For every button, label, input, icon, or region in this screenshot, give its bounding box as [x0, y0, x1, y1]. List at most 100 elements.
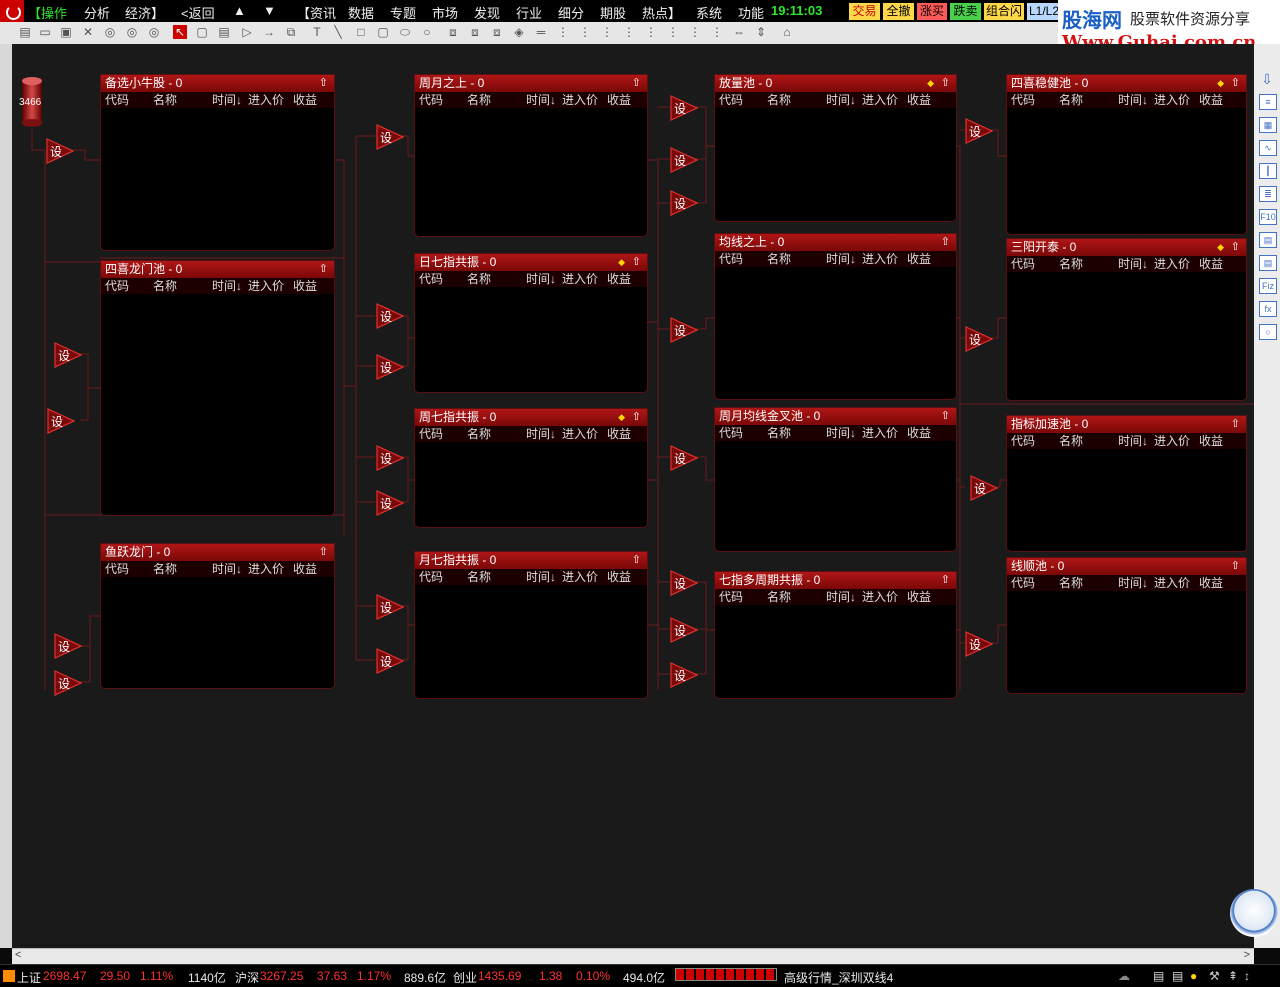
column-header[interactable]: 名称: [767, 589, 791, 605]
column-header[interactable]: 名称: [1059, 433, 1083, 449]
column-header[interactable]: 代码: [105, 561, 129, 577]
pool-header[interactable]: 日七指共振 - 0 ◆ ⇧: [415, 254, 647, 271]
trigger-node-icon[interactable]: 设: [376, 594, 404, 620]
export-up-icon[interactable]: ⇧: [1231, 416, 1240, 433]
column-header[interactable]: 代码: [105, 92, 129, 108]
sh-name[interactable]: 上证: [17, 969, 41, 986]
trigger-node-icon[interactable]: 设: [46, 138, 74, 164]
trigger-node-icon[interactable]: 设: [970, 475, 998, 501]
export-up-icon[interactable]: ⇧: [941, 75, 950, 92]
trigger-node-icon[interactable]: 设: [376, 303, 404, 329]
column-header[interactable]: 代码: [419, 426, 443, 442]
stock-pool[interactable]: 七指多周期共振 - 0 ⇧ 代码 名称 时间↓ 进入价 收益: [714, 571, 957, 699]
column-header[interactable]: 代码: [719, 251, 743, 267]
column-header[interactable]: 进入价: [1154, 433, 1190, 449]
column-header[interactable]: 时间↓: [1118, 433, 1148, 449]
trigger-node-icon[interactable]: 设: [670, 617, 698, 643]
export-up-icon[interactable]: ⇧: [941, 234, 950, 251]
notes-icon[interactable]: ▤: [1153, 969, 1164, 983]
column-header[interactable]: 代码: [1011, 92, 1035, 108]
pool-header[interactable]: 均线之上 - 0 ⇧: [715, 234, 956, 251]
column-header[interactable]: 收益: [293, 92, 317, 108]
trigger-node-icon[interactable]: 设: [670, 662, 698, 688]
column-header[interactable]: 名称: [1059, 256, 1083, 272]
column-header[interactable]: 进入价: [1154, 256, 1190, 272]
column-header[interactable]: 进入价: [248, 561, 284, 577]
column-header[interactable]: 名称: [767, 251, 791, 267]
column-header[interactable]: 名称: [153, 561, 177, 577]
pool-header[interactable]: 周月均线金叉池 - 0 ⇧: [715, 408, 956, 425]
trigger-node-icon[interactable]: 设: [376, 124, 404, 150]
column-header[interactable]: 名称: [1059, 575, 1083, 591]
column-header[interactable]: 时间↓: [526, 426, 556, 442]
column-header[interactable]: 代码: [719, 589, 743, 605]
column-header[interactable]: 收益: [1199, 256, 1223, 272]
pool-header[interactable]: 指标加速池 - 0 ⇧: [1007, 416, 1246, 433]
column-header[interactable]: 代码: [719, 425, 743, 441]
column-header[interactable]: 收益: [293, 561, 317, 577]
column-header[interactable]: 代码: [719, 92, 743, 108]
column-header[interactable]: 收益: [907, 589, 931, 605]
trigger-node-icon[interactable]: 设: [965, 118, 993, 144]
cloud-icon[interactable]: ☁: [1118, 969, 1130, 983]
pool-header[interactable]: 周七指共振 - 0 ◆ ⇧: [415, 409, 647, 426]
pool-header[interactable]: 七指多周期共振 - 0 ⇧: [715, 572, 956, 589]
pool-header[interactable]: 鱼跃龙门 - 0 ⇧: [101, 544, 334, 561]
trigger-node-icon[interactable]: 设: [376, 648, 404, 674]
stock-pool[interactable]: 备选小牛股 - 0 ⇧ 代码 名称 时间↓ 进入价 收益: [100, 74, 335, 251]
column-header[interactable]: 名称: [467, 569, 491, 585]
trigger-node-icon[interactable]: 设: [965, 631, 993, 657]
phone-icon[interactable]: ⇞: [1228, 969, 1238, 983]
column-header[interactable]: 名称: [153, 92, 177, 108]
column-header[interactable]: 进入价: [248, 278, 284, 294]
column-header[interactable]: 代码: [1011, 575, 1035, 591]
stock-pool[interactable]: 月七指共振 - 0 ⇧ 代码 名称 时间↓ 进入价 收益: [414, 551, 648, 699]
column-header[interactable]: 收益: [607, 271, 631, 287]
column-header[interactable]: 收益: [607, 426, 631, 442]
horizontal-scrollbar[interactable]: < >: [12, 948, 1254, 965]
column-header[interactable]: 名称: [467, 271, 491, 287]
export-up-icon[interactable]: ⇧: [632, 552, 641, 569]
column-header[interactable]: 代码: [105, 278, 129, 294]
export-up-icon[interactable]: ⇧: [1231, 558, 1240, 575]
more-icon[interactable]: ↕: [1244, 969, 1250, 983]
column-header[interactable]: 时间↓: [1118, 92, 1148, 108]
column-header[interactable]: 代码: [419, 92, 443, 108]
pool-header[interactable]: 月七指共振 - 0 ⇧: [415, 552, 647, 569]
column-header[interactable]: 时间↓: [826, 425, 856, 441]
column-header[interactable]: 代码: [419, 569, 443, 585]
column-header[interactable]: 进入价: [1154, 92, 1190, 108]
trigger-node-icon[interactable]: 设: [54, 342, 82, 368]
column-header[interactable]: 代码: [419, 271, 443, 287]
pool-header[interactable]: 周月之上 - 0 ⇧: [415, 75, 647, 92]
trigger-node-icon[interactable]: 设: [54, 633, 82, 659]
column-header[interactable]: 时间↓: [1118, 575, 1148, 591]
export-up-icon[interactable]: ⇧: [319, 261, 328, 278]
export-up-icon[interactable]: ⇧: [319, 544, 328, 561]
column-header[interactable]: 收益: [907, 251, 931, 267]
column-header[interactable]: 名称: [767, 425, 791, 441]
trigger-node-icon[interactable]: 设: [670, 147, 698, 173]
export-up-icon[interactable]: ⇧: [319, 75, 328, 92]
column-header[interactable]: 收益: [907, 425, 931, 441]
trigger-node-icon[interactable]: 设: [670, 317, 698, 343]
trigger-node-icon[interactable]: 设: [54, 670, 82, 696]
scroll-left-icon[interactable]: <: [15, 949, 21, 961]
column-header[interactable]: 代码: [1011, 433, 1035, 449]
feed-name[interactable]: 高级行情_深圳双线4: [784, 969, 893, 986]
column-header[interactable]: 进入价: [562, 569, 598, 585]
stock-pool[interactable]: 鱼跃龙门 - 0 ⇧ 代码 名称 时间↓ 进入价 收益: [100, 543, 335, 689]
trigger-node-icon[interactable]: 设: [670, 570, 698, 596]
stock-pool[interactable]: 周月均线金叉池 - 0 ⇧ 代码 名称 时间↓ 进入价 收益: [714, 407, 957, 552]
pool-header[interactable]: 备选小牛股 - 0 ⇧: [101, 75, 334, 92]
column-header[interactable]: 时间↓: [526, 569, 556, 585]
tools-icon[interactable]: ⚒: [1209, 969, 1220, 983]
column-header[interactable]: 名称: [467, 426, 491, 442]
column-header[interactable]: 进入价: [862, 425, 898, 441]
export-up-icon[interactable]: ⇧: [941, 572, 950, 589]
column-header[interactable]: 时间↓: [212, 278, 242, 294]
column-header[interactable]: 时间↓: [526, 92, 556, 108]
export-up-icon[interactable]: ⇧: [632, 75, 641, 92]
column-header[interactable]: 进入价: [562, 92, 598, 108]
pool-header[interactable]: 放量池 - 0 ◆ ⇧: [715, 75, 956, 92]
